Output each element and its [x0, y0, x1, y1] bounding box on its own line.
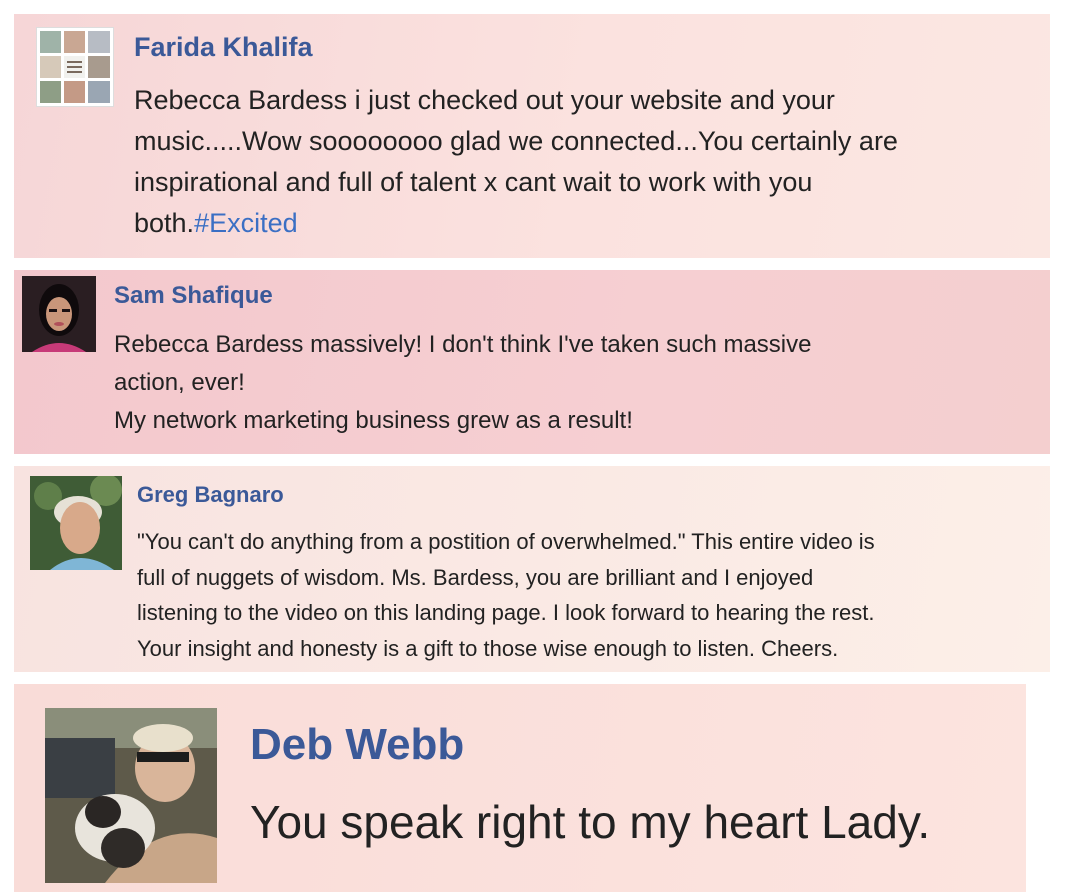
comment-card-greg-bagnaro: Greg Bagnaro "You can't do anything from…	[14, 466, 1050, 672]
comment-line: Rebecca Bardess i just checked out your …	[134, 85, 835, 115]
comment-line: You speak right to my heart Lady.	[250, 796, 931, 848]
comment-line: music.....Wow soooooooo glad we connecte…	[134, 126, 898, 156]
commenter-name[interactable]: Greg Bagnaro	[137, 482, 284, 508]
comment-line-with-hashtag: both.#Excited	[134, 203, 898, 244]
comment-card-deb-webb: Deb Webb You speak right to my heart Lad…	[14, 684, 1026, 892]
avatar[interactable]	[36, 27, 114, 107]
comment-text: "You can't do anything from a postition …	[137, 524, 875, 666]
comment-text: You speak right to my heart Lady.	[250, 792, 930, 852]
comment-card-sam-shafique: Sam Shafique Rebecca Bardess massively! …	[14, 270, 1050, 454]
avatar[interactable]	[30, 476, 122, 570]
commenter-name[interactable]: Farida Khalifa	[134, 32, 313, 63]
hashtag-link[interactable]: #Excited	[194, 208, 298, 238]
comment-text: Rebecca Bardess massively! I don't think…	[114, 326, 811, 440]
collage-avatar-image	[37, 28, 113, 106]
comment-card-farida-khalifa: Farida Khalifa Rebecca Bardess i just ch…	[14, 14, 1050, 258]
comment-line: Rebecca Bardess massively! I don't think…	[114, 331, 812, 358]
comment-line: My network marketing business grew as a …	[114, 407, 633, 434]
profile-photo	[30, 476, 122, 570]
avatar[interactable]	[45, 708, 217, 883]
comment-text: Rebecca Bardess i just checked out your …	[134, 80, 898, 244]
profile-photo	[45, 708, 217, 883]
comment-line: full of nuggets of wisdom. Ms. Bardess, …	[137, 564, 814, 590]
commenter-name[interactable]: Sam Shafique	[114, 282, 273, 310]
comment-line: Your insight and honesty is a gift to th…	[137, 635, 839, 661]
avatar[interactable]	[22, 276, 96, 352]
comment-line: both.	[134, 208, 195, 238]
comment-line: action, ever!	[114, 369, 245, 396]
comment-line: listening to the video on this landing p…	[137, 600, 875, 625]
comment-line: "You can't do anything from a postition …	[137, 529, 875, 554]
comment-line: inspirational and full of talent x cant …	[134, 167, 813, 197]
commenter-name[interactable]: Deb Webb	[250, 720, 464, 770]
profile-photo	[22, 276, 96, 352]
